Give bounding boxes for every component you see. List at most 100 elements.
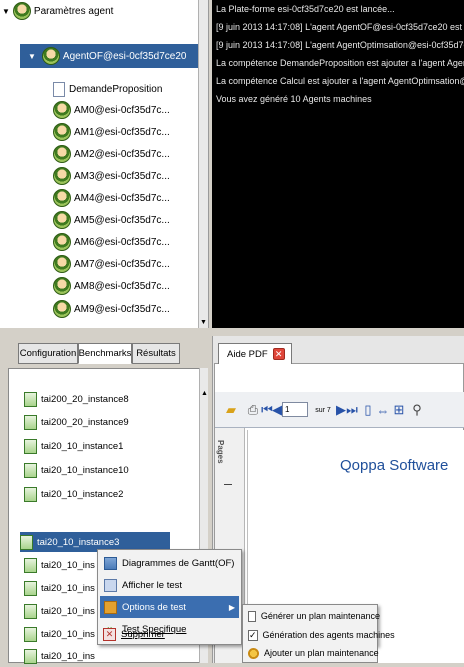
list-item[interactable]: tai20_10_ins [24,578,95,599]
list-item[interactable]: tai20_10_instance1 [24,436,123,457]
tree-item[interactable]: AM6@esi-0cf35d7c... [53,231,170,253]
document-icon [53,81,65,97]
menu-item-label: Afficher le test [122,579,183,591]
submenu-item-label: Générer un plan maintenance [260,611,380,621]
tab-aide-pdf[interactable]: Aide PDF ✕ [218,343,292,364]
tree-item-label: AM9@esi-0cf35d7c... [74,303,170,315]
checkbox-checked-icon[interactable]: ✓ [248,629,258,641]
options-icon [104,600,117,614]
tree-item[interactable]: AM2@esi-0cf35d7c... [53,143,170,165]
benchmark-file-icon [24,463,37,478]
tree-scrollbar[interactable]: ▼ [198,0,208,328]
benchmark-file-icon [24,415,37,430]
previous-page-icon[interactable]: ◀ [272,399,282,421]
list-item[interactable]: tai20_10_ins [24,646,95,667]
benchmark-file-icon [24,487,37,502]
search-icon[interactable]: ⚲ [410,399,424,421]
tab-label: Aide PDF [227,348,268,360]
benchmark-file-icon [24,627,37,642]
tree-item[interactable]: AM9@esi-0cf35d7c... [53,298,170,320]
console-line: La compétence DemandeProposition est ajo… [216,58,464,68]
tree-item[interactable]: AM4@esi-0cf35d7c... [53,187,170,209]
submenu-item-label: Génération des agents machines [262,630,395,640]
zoom-fit-icon[interactable]: ⊞ [392,399,406,421]
submenu-item-generer-plan[interactable]: Générer un plan maintenance [244,607,380,625]
list-item[interactable]: tai20_10_ins [24,624,95,645]
fit-width-icon[interactable]: ⇔ [376,399,390,421]
list-item[interactable]: tai20_10_ins [24,601,95,622]
tree-root-row[interactable]: ▼ Paramètres agent [2,0,113,22]
tree-item[interactable]: AM3@esi-0cf35d7c... [53,165,170,187]
tree-item[interactable]: DemandeProposition [53,78,162,100]
tree-item-label: AM1@esi-0cf35d7c... [74,126,170,138]
list-item[interactable]: tai200_20_instance9 [24,412,129,433]
scroll-down-arrow-icon[interactable]: ▼ [200,319,207,326]
benchmark-file-icon [24,649,37,664]
menu-item-afficher-test[interactable]: Afficher le test [100,574,239,596]
list-item[interactable]: tai20_10_instance10 [24,460,129,481]
list-item-label: tai20_10_instance1 [41,441,124,452]
list-item[interactable]: tai20_10_instance2 [24,484,123,505]
agent-icon [53,233,71,251]
document-heading: Qoppa Software [340,457,449,474]
delete-icon: ✕ [103,627,116,641]
print-icon[interactable]: ⎙ [244,399,262,421]
tab-resultats[interactable]: Résultats [132,343,180,364]
tab-benchmarks[interactable]: Benchmarks [78,343,132,364]
pages-panel-label: Pages [216,440,225,464]
console-line: La compétence Calcul est ajouter a l'age… [216,76,464,86]
collapse-arrow-icon[interactable]: ▼ [2,7,10,16]
tree-item-label: AM3@esi-0cf35d7c... [74,170,170,182]
console-line: [9 juin 2013 14:17:08] L'agent AgentOpti… [216,40,464,50]
gantt-chart-icon [104,556,117,570]
list-item-label: tai20_10_instance2 [41,489,124,500]
page-total-label: sur 7 [315,406,331,414]
benchmark-file-icon [24,439,37,454]
tree-item[interactable]: AM7@esi-0cf35d7c... [53,253,170,275]
submenu-item-generation-agents[interactable]: ✓ Génération des agents machines [244,626,395,644]
menu-item-supprimer[interactable]: ✕ Supprimer [99,623,238,645]
menu-item-gantt[interactable]: Diagrammes de Gantt(OF) [100,552,239,574]
list-item[interactable]: tai20_10_ins [24,555,95,576]
tree-item-label: AM8@esi-0cf35d7c... [74,280,170,292]
benchmark-file-icon [24,558,37,573]
console-line: La Plate-forme esi-0cf35d7ce20 est lancé… [216,4,395,14]
agent-icon [53,277,71,295]
open-folder-icon[interactable]: ▰ [222,399,240,421]
tree-item[interactable]: AM5@esi-0cf35d7c... [53,209,170,231]
log-console: La Plate-forme esi-0cf35d7ce20 est lancé… [212,0,464,328]
display-test-icon [104,578,117,592]
console-line: [9 juin 2013 14:17:08] L'agent AgentOF@e… [216,22,464,32]
list-item-label: tai20_10_ins [41,583,95,594]
agent-tree: ▼ Paramètres agent ▼ AgentOF@esi-0cf35d7… [0,0,209,328]
tree-item-label: AM6@esi-0cf35d7c... [74,236,170,248]
list-item[interactable]: tai200_20_instance8 [24,389,129,410]
first-page-icon[interactable]: ⏮ [261,399,273,421]
menu-item-label: Supprimer [121,628,165,640]
checkbox-unchecked-icon[interactable] [248,610,256,622]
submenu-item-ajouter-plan[interactable]: Ajouter un plan maintenance [244,644,380,662]
next-page-icon[interactable]: ▶ [336,399,346,421]
benchmark-file-icon [20,534,33,550]
expand-arrow-icon[interactable]: ▼ [28,52,36,61]
list-item-label: tai20_10_ins [41,629,95,640]
tab-label: Résultats [136,348,176,359]
menu-item-label: Diagrammes de Gantt(OF) [122,557,235,569]
tab-label: Benchmarks [78,348,132,359]
tree-item[interactable]: AM0@esi-0cf35d7c... [53,99,170,121]
tab-configuration[interactable]: Configuration [18,343,78,364]
tree-item[interactable]: AM1@esi-0cf35d7c... [53,121,170,143]
agent-icon [53,300,71,318]
close-icon[interactable]: ✕ [272,348,285,360]
agent-params-icon [12,2,31,20]
last-page-icon[interactable]: ⏭ [346,399,358,421]
menu-item-options-de-test[interactable]: Options de test ▶ [100,596,239,618]
agent-icon [53,167,71,185]
fit-page-icon[interactable]: ▯ [362,399,374,421]
scroll-up-arrow-icon[interactable]: ▲ [201,390,208,397]
tree-item[interactable]: AM8@esi-0cf35d7c... [53,275,170,297]
tree-selected-agent[interactable]: ▼ AgentOF@esi-0cf35d7ce20 [20,44,198,68]
agent-icon [41,47,60,65]
tree-item-label: AM7@esi-0cf35d7c... [74,258,170,270]
page-number-input[interactable] [282,402,308,417]
